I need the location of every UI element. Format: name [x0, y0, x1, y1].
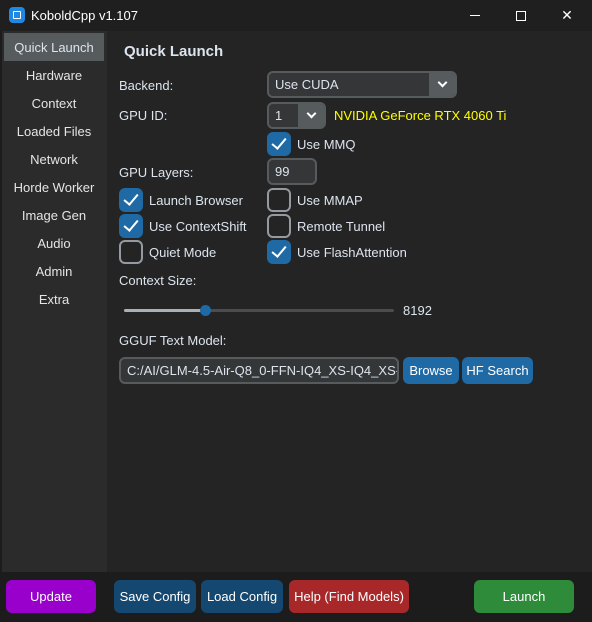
sidebar-item-admin[interactable]: Admin — [4, 257, 104, 285]
gpu-name-label: NVIDIA GeForce RTX 4060 Ti — [334, 108, 507, 123]
slider-handle[interactable] — [200, 305, 211, 316]
sidebar-item-audio[interactable]: Audio — [4, 229, 104, 257]
hf-search-button[interactable]: HF Search — [462, 357, 533, 384]
gguf-model-label: GGUF Text Model: — [119, 333, 227, 348]
gpu-layers-label: GPU Layers: — [119, 165, 194, 180]
sidebar-item-horde-worker[interactable]: Horde Worker — [4, 173, 104, 201]
use-mmap-label: Use MMAP — [297, 193, 363, 208]
remote-tunnel-checkbox[interactable] — [267, 214, 291, 238]
update-button[interactable]: Update — [6, 580, 96, 613]
close-icon: ✕ — [561, 7, 573, 23]
load-config-button[interactable]: Load Config — [201, 580, 283, 613]
sidebar-item-extra[interactable]: Extra — [4, 285, 104, 313]
launch-button[interactable]: Launch — [474, 580, 574, 613]
use-mmq-checkbox[interactable] — [267, 132, 291, 156]
help-find-models-button[interactable]: Help (Find Models) — [289, 580, 409, 613]
use-contextshift-label: Use ContextShift — [149, 219, 247, 234]
remote-tunnel-label: Remote Tunnel — [297, 219, 386, 234]
minimize-button[interactable] — [452, 0, 498, 31]
backend-select[interactable]: Use CUDA — [267, 71, 457, 98]
maximize-icon — [516, 10, 526, 21]
use-flashattention-checkbox[interactable] — [267, 240, 291, 264]
close-button[interactable]: ✕ — [544, 0, 590, 31]
save-config-button[interactable]: Save Config — [114, 580, 196, 613]
quiet-mode-checkbox[interactable] — [119, 240, 143, 264]
gpu-id-value: 1 — [275, 108, 283, 123]
use-mmap-checkbox[interactable] — [267, 188, 291, 212]
minimize-icon — [470, 15, 480, 16]
context-size-slider[interactable] — [124, 305, 394, 316]
window-title: KoboldCpp v1.107 — [31, 8, 138, 23]
sidebar-item-loaded-files[interactable]: Loaded Files — [4, 117, 104, 145]
browse-button[interactable]: Browse — [403, 357, 459, 384]
slider-fill — [124, 309, 205, 312]
chevron-down-icon — [437, 77, 447, 88]
sidebar-item-hardware[interactable]: Hardware — [4, 61, 104, 89]
context-size-value: 8192 — [403, 303, 432, 318]
quiet-mode-label: Quiet Mode — [149, 245, 217, 260]
backend-value: Use CUDA — [275, 77, 339, 92]
gpu-id-dropdown-button[interactable] — [298, 104, 324, 127]
sidebar-item-image-gen[interactable]: Image Gen — [4, 201, 104, 229]
context-size-label: Context Size: — [119, 273, 197, 288]
koboldcpp-app-icon — [9, 7, 25, 23]
gguf-model-path-input[interactable]: C:/AI/GLM-4.5-Air-Q8_0-FFN-IQ4_XS-IQ4_XS… — [119, 357, 399, 384]
maximize-button[interactable] — [498, 0, 544, 31]
sidebar-item-quick-launch[interactable]: Quick Launch — [4, 33, 104, 61]
use-flashattention-label: Use FlashAttention — [297, 245, 407, 260]
sidebar-item-context[interactable]: Context — [4, 89, 104, 117]
use-mmq-label: Use MMQ — [297, 137, 356, 152]
sidebar-item-network[interactable]: Network — [4, 145, 104, 173]
sidebar: Quick Launch Hardware Context Loaded Fil… — [2, 31, 107, 572]
launch-browser-label: Launch Browser — [149, 193, 243, 208]
gpu-layers-input[interactable]: 99 — [267, 158, 317, 185]
gpu-id-label: GPU ID: — [119, 108, 168, 123]
use-contextshift-checkbox[interactable] — [119, 214, 143, 238]
title-bar: KoboldCpp v1.107 ✕ — [0, 0, 592, 31]
chevron-down-icon — [306, 108, 316, 119]
backend-dropdown-button[interactable] — [429, 73, 455, 96]
backend-label: Backend: — [119, 78, 174, 93]
page-title: Quick Launch — [124, 43, 224, 60]
gpu-id-select[interactable]: 1 — [267, 102, 326, 129]
launch-browser-checkbox[interactable] — [119, 188, 143, 212]
